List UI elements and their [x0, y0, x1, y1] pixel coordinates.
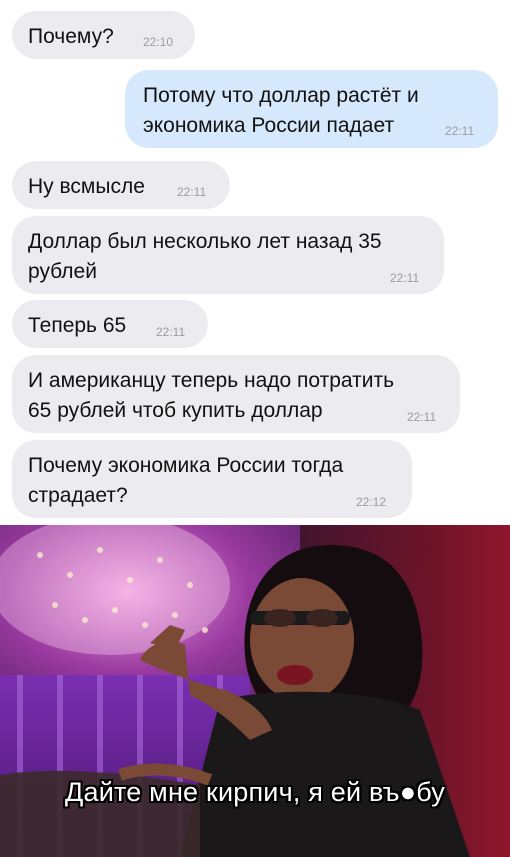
- message-text-line: Доллар был несколько лет назад 35: [28, 230, 382, 253]
- message-bubble-incoming[interactable]: Почему? 22:10: [12, 11, 195, 59]
- message-text: Доллар был несколько лет назад 35 рублей: [28, 227, 428, 287]
- message-bubble-incoming[interactable]: Ну всмысле 22:11: [12, 161, 230, 209]
- meme-image: Дайте мне кирпич, я ей въ●бу: [0, 525, 510, 857]
- message-timestamp: 22:10: [143, 35, 174, 49]
- message-bubble-incoming[interactable]: Почему экономика России тогда страдает? …: [12, 440, 412, 518]
- chat-area: Почему? 22:10 Потому что доллар растёт и…: [0, 0, 510, 525]
- message-text-line: страдает?: [28, 484, 128, 507]
- message-text: Почему экономика России тогда страдает?: [28, 451, 396, 511]
- meme-caption: Дайте мне кирпич, я ей въ●бу: [65, 777, 445, 807]
- message-text: Потому что доллар растёт и экономика Рос…: [143, 81, 463, 141]
- message-text-line: Почему экономика России тогда: [28, 454, 344, 477]
- message-timestamp: 22:11: [407, 410, 437, 424]
- message-text-line: 65 рублей чтоб купить доллар: [28, 399, 323, 422]
- message-bubble-incoming[interactable]: И американцу теперь надо потратить 65 ру…: [12, 355, 460, 433]
- message-timestamp: 22:11: [445, 124, 475, 138]
- message-text-line: Потому что доллар растёт и: [143, 84, 419, 107]
- message-timestamp: 22:11: [177, 185, 207, 199]
- message-bubble-incoming[interactable]: Теперь 65 22:11: [12, 300, 208, 348]
- message-timestamp: 22:11: [156, 325, 186, 339]
- message-timestamp: 22:11: [390, 271, 420, 285]
- message-text: И американцу теперь надо потратить 65 ру…: [28, 366, 444, 426]
- message-text-line: И американцу теперь надо потратить: [28, 369, 395, 392]
- message-text-line: экономика России падает: [143, 114, 395, 137]
- message-text-line: рублей: [28, 260, 97, 283]
- message-timestamp: 22:12: [356, 495, 387, 509]
- message-bubble-incoming[interactable]: Доллар был несколько лет назад 35 рублей…: [12, 216, 444, 294]
- message-bubble-outgoing[interactable]: Потому что доллар растёт и экономика Рос…: [125, 70, 498, 148]
